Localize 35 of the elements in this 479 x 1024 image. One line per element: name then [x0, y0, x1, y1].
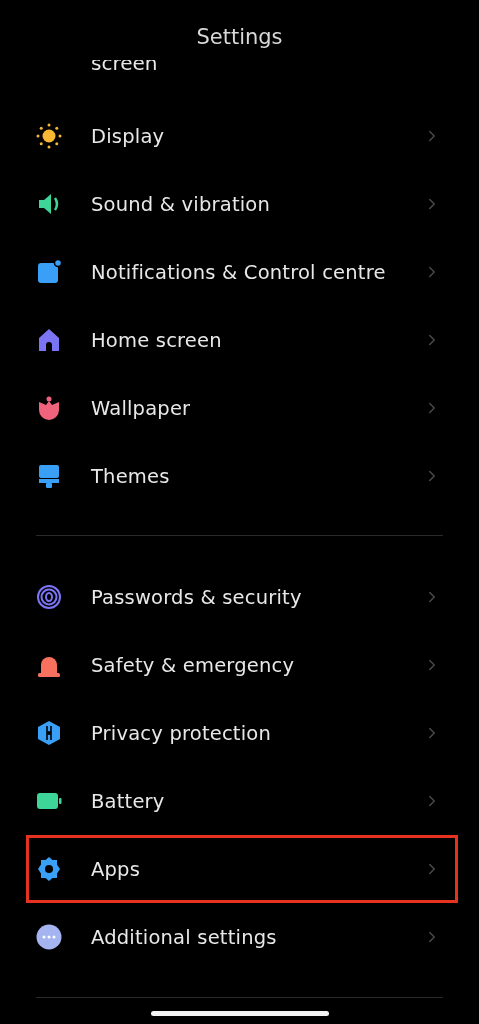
- menu-item[interactable]: Safety & emergency: [26, 631, 458, 699]
- menu-item[interactable]: Privacy protection: [26, 699, 458, 767]
- menu-item-label: Passwords & security: [91, 585, 303, 609]
- menu-item[interactable]: Wallpaper: [26, 374, 458, 442]
- tulip-icon: [36, 395, 62, 421]
- menu-item[interactable]: Passwords & security: [26, 563, 458, 631]
- more-icon: [36, 924, 62, 950]
- menu-item[interactable]: Additional settings: [26, 903, 458, 971]
- shield-icon: [36, 720, 62, 746]
- menu-item-label: Safety & emergency: [91, 653, 296, 677]
- menu-item-label: Home screen: [91, 328, 223, 352]
- menu-item-label: Wallpaper: [91, 396, 192, 420]
- menu-item-label: Privacy protection: [91, 721, 272, 745]
- menu-item-label: Themes: [91, 464, 171, 488]
- home-indicator[interactable]: [150, 1011, 329, 1016]
- menu-item-label: Additional settings: [91, 925, 278, 949]
- menu-item-label: Apps: [91, 857, 142, 881]
- sun-icon: [36, 123, 62, 149]
- menu-item-label: Notifications & Control centre: [91, 260, 387, 284]
- menu-item[interactable]: Sound & vibration: [26, 170, 458, 238]
- fingerprint-icon: [36, 584, 62, 610]
- screen-title: Settings: [196, 24, 283, 50]
- highlighted-menu-item[interactable]: Apps: [26, 835, 458, 903]
- menu-item-label: Sound & vibration: [91, 192, 272, 216]
- menu-item-label: Battery: [91, 789, 166, 813]
- notification-icon: [36, 259, 62, 285]
- menu-item[interactable]: Notifications & Control centre: [26, 238, 458, 306]
- menu-item[interactable]: Themes: [26, 442, 458, 510]
- gear-icon: [36, 856, 62, 882]
- home-icon: [36, 327, 62, 353]
- menu-item[interactable]: Home screen: [26, 306, 458, 374]
- menu-item[interactable]: Display: [26, 102, 458, 170]
- brush-icon: [36, 463, 62, 489]
- menu-item-label: Display: [91, 124, 166, 148]
- menu-item[interactable]: Battery: [26, 767, 458, 835]
